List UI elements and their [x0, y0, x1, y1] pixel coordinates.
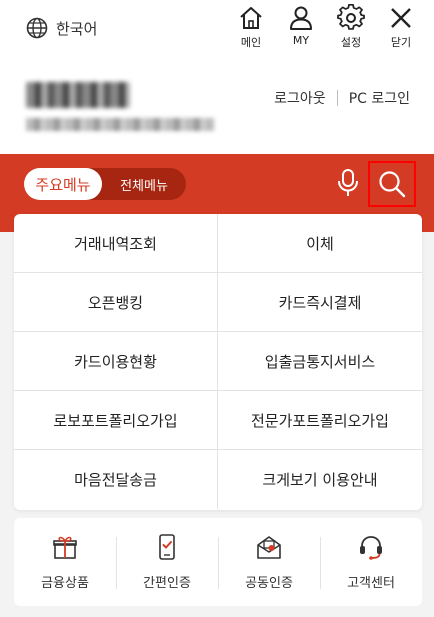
- quick-link-label: 고객센터: [347, 576, 395, 591]
- menu-item-card-instant-payment[interactable]: 카드즉시결제: [218, 273, 422, 332]
- home-label: 메인: [240, 36, 262, 49]
- quick-link-simple-auth[interactable]: 간편인증: [116, 533, 218, 591]
- headset-icon: [360, 536, 382, 560]
- settings-button[interactable]: 설정: [326, 4, 376, 50]
- certificate-mail-icon: [257, 536, 281, 559]
- menu-item-expert-portfolio[interactable]: 전문가포트폴리오가입: [218, 391, 422, 450]
- header-icon-group: 메인 MY 설정 닫기: [226, 4, 426, 50]
- menu-tab-switch: 주요메뉴 전체메뉴: [24, 168, 186, 200]
- user-name-redacted: [26, 82, 130, 108]
- gift-icon: [53, 536, 77, 559]
- quick-links-card: 금융상품 간편인증 공동인증 고객센터: [14, 518, 422, 606]
- search-icon: [379, 171, 406, 198]
- menu-item-robo-portfolio[interactable]: 로보포트폴리오가입: [14, 391, 218, 450]
- globe-icon: [26, 17, 48, 39]
- quick-link-label: 간편인증: [143, 576, 191, 591]
- person-icon: [290, 6, 312, 30]
- user-detail-redacted: [26, 118, 214, 131]
- menu-item-transaction-history[interactable]: 거래내역조회: [14, 214, 218, 273]
- primary-menu-card: 거래내역조회 이체 오픈뱅킹 카드즉시결제 카드이용현황 입출금통지서비스 로보…: [14, 214, 422, 510]
- menu-grid: 거래내역조회 이체 오픈뱅킹 카드즉시결제 카드이용현황 입출금통지서비스 로보…: [14, 214, 422, 509]
- quick-link-label: 공동인증: [245, 576, 293, 591]
- quick-link-customer-center[interactable]: 고객센터: [320, 533, 422, 591]
- pc-login-link[interactable]: PC 로그인: [349, 88, 410, 108]
- quick-link-joint-certificate[interactable]: 공동인증: [218, 533, 320, 591]
- menu-item-open-banking[interactable]: 오픈뱅킹: [14, 273, 218, 332]
- tab-primary-menu[interactable]: 주요메뉴: [24, 168, 102, 200]
- menu-item-large-view-guide[interactable]: 크게보기 이용안내: [218, 450, 422, 509]
- search-button[interactable]: [368, 161, 416, 207]
- my-button[interactable]: MY: [276, 4, 326, 50]
- menu-item-heart-remittance[interactable]: 마음전달송금: [14, 450, 218, 509]
- home-icon: [240, 7, 262, 29]
- account-links: 로그아웃 PC 로그인: [274, 88, 410, 108]
- user-info-section: 로그아웃 PC 로그인: [0, 64, 434, 154]
- microphone-icon[interactable]: [334, 168, 362, 198]
- top-bar: 한국어 메인 MY 설정 닫기: [0, 0, 434, 64]
- close-button[interactable]: 닫기: [376, 4, 426, 50]
- phone-check-icon: [159, 534, 175, 560]
- menu-item-deposit-notification[interactable]: 입출금통지서비스: [218, 332, 422, 391]
- logout-link[interactable]: 로그아웃: [274, 88, 326, 108]
- tab-all-menu[interactable]: 전체메뉴: [102, 168, 186, 200]
- gear-icon: [337, 4, 365, 30]
- settings-label: 설정: [340, 36, 362, 49]
- menu-item-transfer[interactable]: 이체: [218, 214, 422, 273]
- close-label: 닫기: [390, 36, 412, 49]
- language-label: 한국어: [56, 19, 98, 38]
- quick-link-financial-products[interactable]: 금융상품: [14, 533, 116, 591]
- menu-item-card-usage[interactable]: 카드이용현황: [14, 332, 218, 391]
- my-label: MY: [292, 34, 310, 47]
- language-selector[interactable]: 한국어: [26, 14, 97, 42]
- home-button[interactable]: 메인: [226, 4, 276, 50]
- close-icon: [391, 8, 411, 28]
- quick-link-label: 금융상품: [41, 576, 89, 591]
- link-divider: [336, 90, 338, 106]
